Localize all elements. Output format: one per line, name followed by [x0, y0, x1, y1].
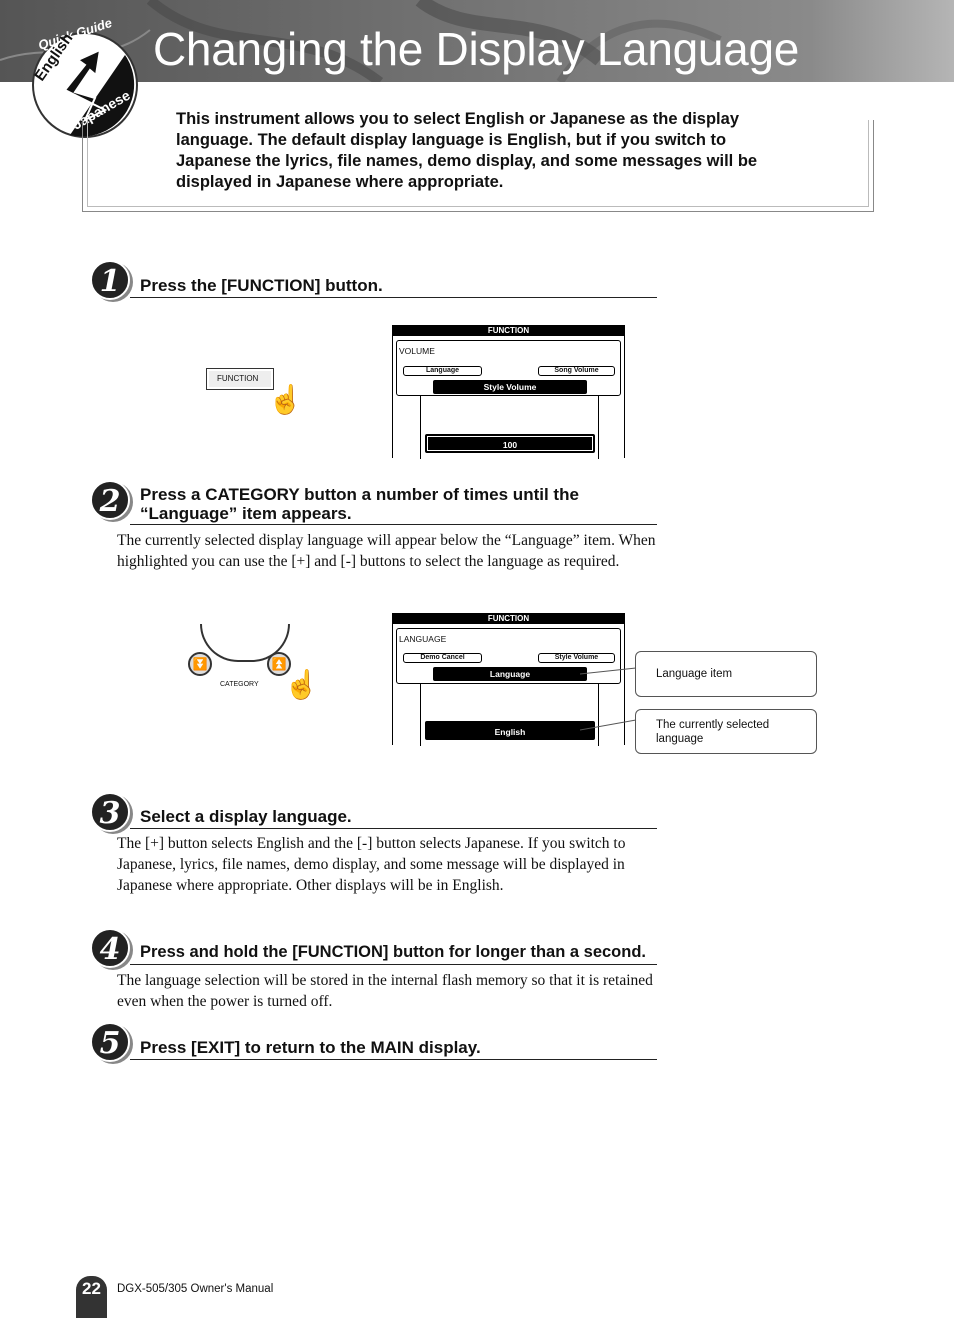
divider	[130, 524, 657, 525]
step-4-body: The language selection will be stored in…	[117, 972, 653, 1010]
function-button[interactable]: FUNCTION	[206, 368, 274, 390]
step-4-title: Press and hold the [FUNCTION] button for…	[140, 943, 647, 961]
lcd-value: 100	[425, 434, 595, 453]
category-down-button[interactable]: ⏬	[188, 652, 212, 676]
page-number: 22	[76, 1276, 107, 1318]
lcd-header: FUNCTION	[393, 326, 624, 336]
step-2-body: The currently selected display language …	[117, 532, 656, 570]
callout-language-item: Language item	[635, 651, 817, 697]
divider	[130, 1059, 657, 1060]
divider	[130, 297, 657, 298]
lcd-value: English	[425, 721, 595, 740]
pointing-hand-icon: ☝	[268, 384, 303, 415]
step-5-title: Press [EXIT] to return to the MAIN displ…	[140, 1038, 481, 1057]
function-button-label: FUNCTION	[217, 374, 259, 383]
step-number-1: 1	[90, 260, 130, 300]
page-header: Changing the Display Language	[0, 0, 954, 82]
lcd-next-item: Song Volume	[538, 366, 615, 376]
step-number-2: 2	[90, 480, 130, 520]
step-1-title: Press the [FUNCTION] button.	[140, 276, 383, 295]
step-3-title: Select a display language.	[140, 807, 352, 826]
manual-title: DGX-505/305 Owner's Manual	[117, 1283, 274, 1295]
lcd-display-1: FUNCTION VOLUME Language Song Volume Sty…	[392, 325, 625, 459]
step-number-4: 4	[90, 928, 130, 968]
pointing-hand-icon: ☝	[284, 669, 319, 700]
lcd-selected-item: Style Volume	[433, 380, 587, 394]
divider	[130, 828, 657, 829]
step-number-5: 5	[90, 1022, 130, 1062]
lcd-selected-item: Language	[433, 667, 587, 681]
page-title: Changing the Display Language	[153, 23, 800, 75]
lcd-prev-item: Demo Cancel	[403, 653, 482, 663]
lcd-header: FUNCTION	[393, 614, 624, 624]
step-2-title: Press a CATEGORY button a number of time…	[140, 485, 579, 523]
callout-leaders	[580, 667, 637, 731]
intro-text: This instrument allows you to select Eng…	[176, 110, 758, 191]
callout-selected-language: The currently selected language	[635, 709, 817, 754]
lcd-group: LANGUAGE	[399, 634, 447, 644]
step-number-3: 3	[90, 792, 130, 832]
step-3-body: The [+] button selects English and the […	[117, 835, 626, 894]
lcd-group: VOLUME	[399, 346, 435, 356]
category-label: CATEGORY	[220, 681, 259, 688]
lcd-prev-item: Language	[403, 366, 482, 376]
divider	[130, 964, 657, 965]
